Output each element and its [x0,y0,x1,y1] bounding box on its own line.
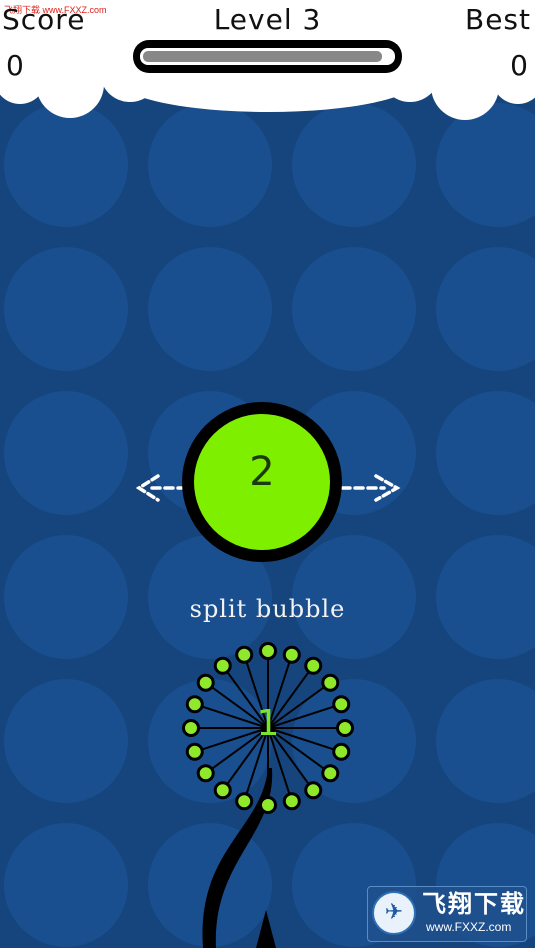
bubble-number: 2 [249,449,275,495]
cluster-dot [185,695,204,714]
cluster-number: 1 [256,703,280,744]
cluster-dot [259,642,277,660]
background-circle [292,103,416,227]
background-circle [436,247,535,371]
best-value: 0 [510,49,529,82]
background-circle [436,391,535,515]
cluster-dot [196,673,215,692]
background-circle [436,679,535,803]
cluster-dot [259,796,277,814]
background-circle [148,103,272,227]
background-circle [436,103,535,227]
logo-url-text: www.FXXZ.com [426,920,512,934]
cluster-dot [321,764,340,783]
background-circle [4,823,128,947]
level-label: Level 3 [213,3,322,36]
cluster-dot [304,656,323,675]
cluster-dot [304,781,323,800]
background-circle [4,247,128,371]
level-progress-bar [133,40,402,73]
tutorial-caption: split bubble [189,595,346,623]
background-circle [4,679,128,803]
cluster-dot [213,656,232,675]
background-circle [148,247,272,371]
cluster-dot [213,781,232,800]
cluster-dot [282,792,301,811]
fxxz-logo-icon: ✈ [372,891,416,935]
background-circle [292,247,416,371]
cluster-dot [282,645,301,664]
background-circle [4,391,128,515]
background-circle [4,103,128,227]
progress-fill [143,51,382,62]
cluster-dot [235,645,254,664]
cluster-dot [332,695,351,714]
score-value: 0 [6,49,25,82]
cluster-dot [321,673,340,692]
logo-chinese-text: 飞翔下载 [422,890,526,918]
cluster-dot [332,742,351,761]
cluster-dot [182,719,200,737]
cluster-dot [196,764,215,783]
cluster-dot [336,719,354,737]
watermark-logo: ✈ 飞翔下载 www.FXXZ.com [367,886,527,942]
best-label: Best [464,3,531,36]
cluster-dot [185,742,204,761]
cluster-dot [235,792,254,811]
